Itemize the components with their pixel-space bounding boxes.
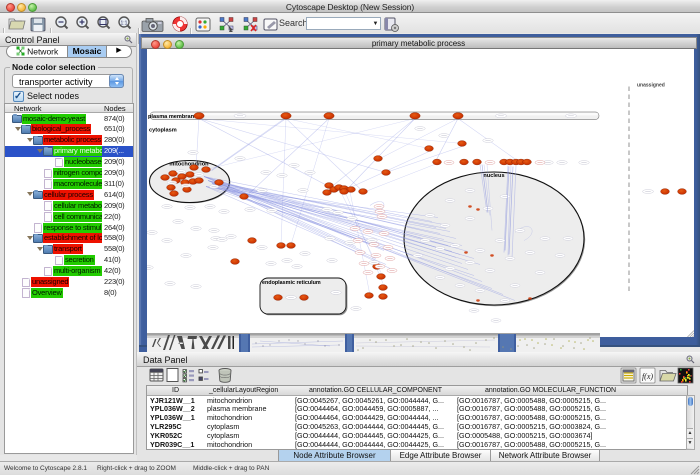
svg-text:1:1: 1:1 — [121, 21, 128, 27]
svg-text:mitochondrion: mitochondrion — [169, 161, 209, 167]
svg-text:plasma membrane: plasma membrane — [148, 114, 197, 120]
svg-text:nucleus: nucleus — [483, 173, 504, 179]
svg-text:endoplasmic reticulum: endoplasmic reticulum — [262, 280, 321, 286]
svg-text:f(x): f(x) — [642, 372, 653, 381]
svg-text:unassigned: unassigned — [637, 82, 665, 88]
svg-text:cytoplasm: cytoplasm — [149, 127, 177, 133]
